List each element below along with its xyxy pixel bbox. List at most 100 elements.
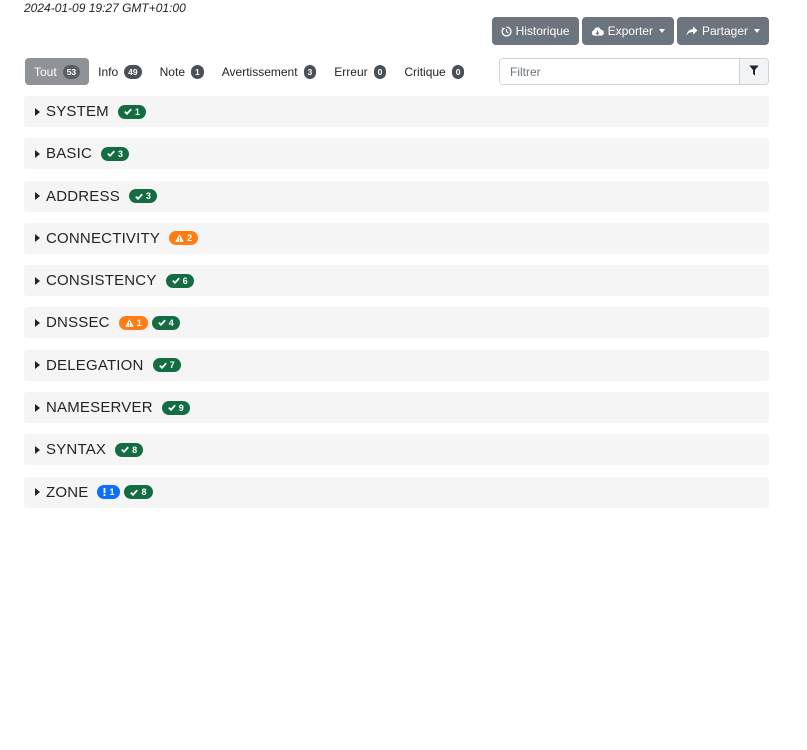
ok-count-badge: 1 <box>117 104 146 119</box>
badge-count: 8 <box>141 487 147 498</box>
badge-count: 4 <box>168 317 174 328</box>
badge-count: 1 <box>134 106 140 117</box>
module-name: NAMESERVER <box>46 399 153 417</box>
module-row-consistency[interactable]: CONSISTENCY 6 <box>24 265 769 297</box>
module-badges: 2 <box>169 231 199 246</box>
module-badges: 14 <box>118 315 180 330</box>
badge-count: 3 <box>145 191 151 202</box>
warn-count-badge: 2 <box>169 231 199 246</box>
exclamation-icon <box>103 488 106 497</box>
filter-notice-button[interactable]: Note 1 <box>151 58 213 85</box>
caret-right-icon <box>35 445 40 454</box>
export-label: Exporter <box>607 24 653 38</box>
module-row-connectivity[interactable]: CONNECTIVITY 2 <box>24 222 769 254</box>
filter-label: Avertissement <box>221 64 298 79</box>
caret-right-icon <box>35 149 40 158</box>
warning-icon <box>124 319 134 327</box>
module-name: SYSTEM <box>46 103 109 120</box>
badge-count: 9 <box>178 402 184 413</box>
badge-count: 2 <box>187 233 193 244</box>
badge-count: 7 <box>169 360 175 371</box>
filter-apply-button[interactable] <box>739 59 768 84</box>
check-icon <box>158 362 167 369</box>
chevron-down-icon <box>754 29 760 33</box>
filter-count-badge: 1 <box>191 64 204 79</box>
module-name: CONNECTIVITY <box>46 229 161 247</box>
funnel-icon <box>749 63 759 81</box>
filter-count-badge: 49 <box>124 64 142 79</box>
module-row-address[interactable]: ADDRESS 3 <box>24 180 769 212</box>
module-badges: 3 <box>101 146 130 161</box>
ok-count-badge: 7 <box>152 358 181 373</box>
badge-count: 3 <box>118 148 124 159</box>
filter-count-badge: 0 <box>373 64 387 79</box>
caret-right-icon <box>35 361 40 370</box>
caret-right-icon <box>35 318 40 327</box>
filter-error-button[interactable]: Erreur 0 <box>325 58 395 85</box>
check-icon <box>171 277 180 285</box>
filter-all-button[interactable]: Tout 53 <box>25 58 90 85</box>
module-badges: 18 <box>97 485 153 500</box>
module-badges: 8 <box>115 442 144 457</box>
filter-count-badge: 53 <box>62 64 81 79</box>
module-row-dnssec[interactable]: DNSSEC 1 4 <box>24 307 769 339</box>
share-dropdown-button[interactable]: Partager <box>676 17 769 45</box>
result-timestamp: 2024-01-09 19:27 GMT+01:00 <box>24 1 186 15</box>
module-row-system[interactable]: SYSTEM 1 <box>24 96 769 127</box>
ok-count-badge: 3 <box>101 146 130 161</box>
test-module-list: SYSTEM 1 BASIC 3 ADDRESS 3 CONNECTIVITY 2 CONSIS… <box>24 96 769 519</box>
filter-label: Info <box>98 64 119 79</box>
filter-warning-button[interactable]: Avertissement 3 <box>213 58 326 85</box>
severity-filter-bar: Tout 53 Info 49 Note 1 Avertissement 3 E… <box>25 58 769 85</box>
module-name: ADDRESS <box>46 187 120 205</box>
badge-count: 6 <box>182 275 188 286</box>
check-icon <box>107 150 115 158</box>
filter-critical-button[interactable]: Critique 0 <box>395 58 473 85</box>
ok-count-badge: 8 <box>124 485 153 500</box>
module-badges: 1 <box>117 104 146 119</box>
badge-count: 1 <box>136 317 142 328</box>
chevron-down-icon <box>658 29 665 33</box>
module-row-basic[interactable]: BASIC 3 <box>24 138 769 170</box>
check-icon <box>157 319 166 327</box>
module-name: DELEGATION <box>46 356 144 374</box>
cloud-download-icon <box>591 26 604 37</box>
check-icon <box>124 108 132 115</box>
filter-input[interactable] <box>500 59 739 84</box>
module-row-zone[interactable]: ZONE 1 8 <box>24 476 769 508</box>
module-row-nameserver[interactable]: NAMESERVER 9 <box>24 392 769 424</box>
history-icon <box>501 25 512 37</box>
module-badges: 6 <box>165 273 194 288</box>
module-badges: 7 <box>152 358 181 373</box>
ok-count-badge: 9 <box>161 400 190 415</box>
share-icon <box>686 26 698 37</box>
caret-right-icon <box>35 234 40 243</box>
module-row-delegation[interactable]: DELEGATION 7 <box>24 349 769 381</box>
result-toolbar: Historique Exporter Partager <box>491 17 769 45</box>
check-icon <box>135 193 143 200</box>
caret-right-icon <box>35 403 40 412</box>
module-row-syntax[interactable]: SYNTAX 8 <box>24 434 769 466</box>
badge-count: 8 <box>132 444 138 455</box>
filter-label: Note <box>159 64 185 79</box>
ok-count-badge: 8 <box>115 442 144 457</box>
export-dropdown-button[interactable]: Exporter <box>581 17 674 45</box>
warn-count-badge: 1 <box>118 315 148 330</box>
ok-count-badge: 4 <box>151 315 180 330</box>
module-badges: 3 <box>128 189 157 204</box>
history-button[interactable]: Historique <box>491 17 579 45</box>
module-name: CONSISTENCY <box>46 272 157 290</box>
ok-count-badge: 3 <box>128 189 157 204</box>
filter-label: Tout <box>34 64 57 79</box>
filter-count-badge: 0 <box>451 64 465 79</box>
module-name: SYNTAX <box>46 441 107 459</box>
module-name: ZONE <box>46 483 89 501</box>
filter-count-badge: 3 <box>303 64 317 79</box>
module-name: BASIC <box>46 145 93 163</box>
caret-right-icon <box>35 192 40 201</box>
caret-right-icon <box>35 276 40 285</box>
filter-info-button[interactable]: Info 49 <box>89 58 150 85</box>
history-label: Historique <box>515 24 570 38</box>
filter-label: Erreur <box>334 64 368 79</box>
module-badges: 9 <box>161 400 190 415</box>
